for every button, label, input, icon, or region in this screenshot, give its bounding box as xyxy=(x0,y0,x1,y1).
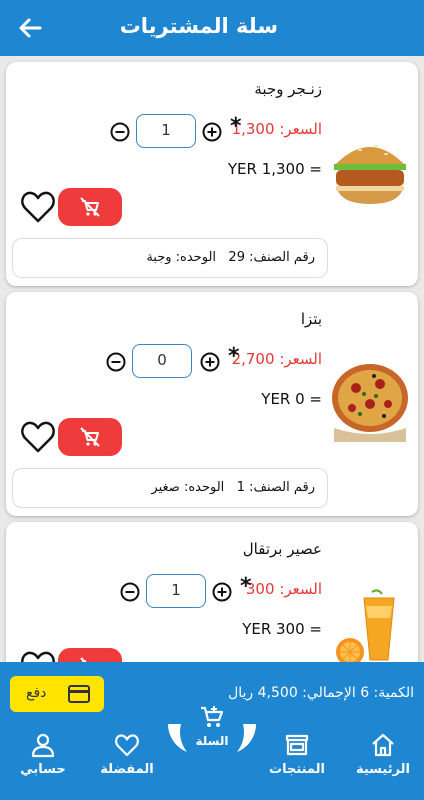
cart-item-card: بتزا السعر: 2,700 * 0 = YER 0 رقم الصنف:… xyxy=(6,292,418,516)
item-info-box: رقم الصنف: 29 الوحده: وجبة xyxy=(12,238,328,278)
item-total: = YER 1,300 xyxy=(227,160,322,178)
remove-cart-icon xyxy=(80,197,100,217)
minus-icon[interactable] xyxy=(110,122,130,142)
back-arrow-icon[interactable] xyxy=(14,12,46,44)
quantity-field[interactable]: 1 xyxy=(136,114,196,148)
credit-card-icon xyxy=(68,685,90,703)
nav-home-label: الرئيسية xyxy=(355,762,411,777)
plus-icon[interactable] xyxy=(202,122,222,142)
unit-value: صغير xyxy=(151,480,180,495)
quantity-field[interactable]: 0 xyxy=(132,344,192,378)
nav-favorites[interactable]: المفضلة xyxy=(92,730,162,790)
item-name: زنـجر وجبة xyxy=(254,80,322,98)
pay-button[interactable]: دفع xyxy=(10,676,104,712)
person-icon xyxy=(31,733,55,758)
cart-summary-text: الكمية: 6 الإجمالي: 4,500 ريال xyxy=(228,685,414,701)
cart-item-card: زنـجر وجبة السعر: 1,300 * 1 = YER 1,300 … xyxy=(6,62,418,286)
asterisk: * xyxy=(228,344,240,369)
pizza-image xyxy=(330,358,410,442)
unit-label: الوحده: xyxy=(175,250,217,265)
burger-image xyxy=(330,128,410,212)
item-number-label: رقم الصنف: xyxy=(249,250,315,265)
heart-icon xyxy=(115,734,139,757)
price-row: السعر: 1,300 xyxy=(232,120,322,138)
item-name: بتزا xyxy=(300,310,322,328)
page-title: سلة المشتريات xyxy=(119,14,278,38)
nav-products-label: المنتجات xyxy=(269,762,325,777)
minus-icon[interactable] xyxy=(106,352,126,372)
heart-icon[interactable] xyxy=(20,190,56,224)
add-cart-icon xyxy=(201,706,224,727)
price-label: السعر: xyxy=(279,580,322,598)
remove-from-cart-button[interactable] xyxy=(58,188,122,226)
item-total: = YER 0 xyxy=(261,390,322,408)
quantity-field[interactable]: 1 xyxy=(146,574,206,608)
item-name: عصير برتقال xyxy=(242,540,322,558)
remove-from-cart-button[interactable] xyxy=(58,418,122,456)
nav-products[interactable]: المنتجات xyxy=(262,730,332,790)
item-number-label: رقم الصنف: xyxy=(249,480,315,495)
orange-juice-image xyxy=(330,588,410,664)
minus-icon[interactable] xyxy=(120,582,140,602)
unit-value: وجبة xyxy=(146,250,172,265)
unit-label: الوحده: xyxy=(183,480,225,495)
price-row: السعر: 2,700 xyxy=(232,350,322,368)
plus-icon[interactable] xyxy=(212,582,232,602)
plus-icon[interactable] xyxy=(200,352,220,372)
home-icon xyxy=(372,733,394,757)
remove-cart-icon xyxy=(80,427,100,447)
nav-home[interactable]: الرئيسية xyxy=(348,730,418,790)
nav-cart-label: السلة xyxy=(195,734,229,748)
price-label: السعر: xyxy=(279,350,322,368)
app-bar: سلة المشتريات xyxy=(0,0,424,56)
store-icon xyxy=(285,734,309,756)
nav-favorites-label: المفضلة xyxy=(100,762,154,777)
asterisk: * xyxy=(230,114,242,139)
item-info-box: رقم الصنف: 1 الوحده: صغير xyxy=(12,468,328,508)
cart-item-card: عصير برتقال السعر: 300 * 1 = YER 300 xyxy=(6,522,418,664)
nav-account[interactable]: حسابي xyxy=(8,730,78,790)
pay-button-label: دفع xyxy=(26,685,47,701)
cart-list[interactable]: زنـجر وجبة السعر: 1,300 * 1 = YER 1,300 … xyxy=(0,56,424,664)
nav-cart[interactable]: السلة xyxy=(180,700,244,764)
price-label: السعر: xyxy=(279,120,322,138)
item-number: 29 xyxy=(228,250,245,265)
heart-icon[interactable] xyxy=(20,420,56,454)
item-number: 1 xyxy=(236,480,245,495)
nav-account-label: حسابي xyxy=(20,762,66,777)
price-row: السعر: 300 xyxy=(246,580,322,598)
asterisk: * xyxy=(240,574,252,599)
item-total: = YER 300 xyxy=(242,620,322,638)
